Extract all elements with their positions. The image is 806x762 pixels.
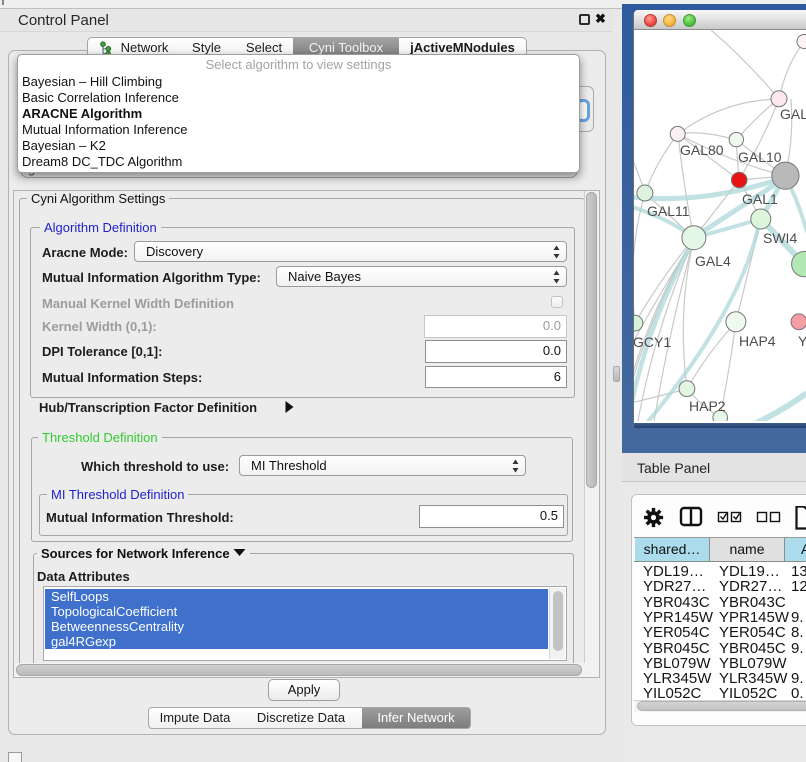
svg-text:GAL80: GAL80	[680, 142, 724, 158]
svg-text:GAL11: GAL11	[647, 203, 690, 219]
svg-text:GAL1: GAL1	[742, 191, 778, 207]
svg-text:GCY1: GCY1	[634, 334, 671, 350]
svg-text:GAL4: GAL4	[695, 253, 731, 269]
svg-text:Y: Y	[798, 333, 806, 349]
svg-text:HAP4: HAP4	[739, 333, 776, 349]
svg-text:HAP2: HAP2	[689, 398, 726, 414]
svg-text:SWI4: SWI4	[763, 230, 797, 246]
svg-text:GAL10: GAL10	[738, 149, 782, 165]
svg-text:GAL7: GAL7	[780, 106, 806, 122]
